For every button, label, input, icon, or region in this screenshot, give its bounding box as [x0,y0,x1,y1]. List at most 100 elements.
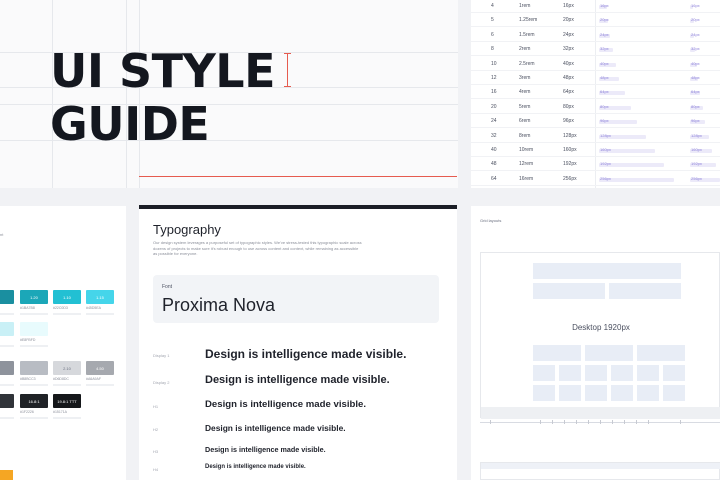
ruler-tick [564,420,565,424]
spacing-tag: 32px [691,46,700,52]
spacing-tag: 96px [691,118,700,124]
spacing-rem: 6rem [519,118,531,125]
measure-line-vertical [287,53,288,87]
swatch-underline [53,417,81,419]
spacing-tag: 16px [600,3,609,8]
swatch-hex: #45D5EA [86,306,101,310]
spacing-tag: 128px [691,132,702,138]
spacing-px: 80px [563,103,574,110]
color-swatch [0,322,14,336]
spacing-px: 40px [563,60,574,67]
ruler-tick [636,420,637,424]
layout-block [637,365,659,381]
spacing-base: 10 [491,60,497,67]
spacing-tag: 80px [691,103,700,109]
color-swatch: 1.10 [53,290,81,304]
swatch-underline [0,313,14,315]
layout-block [609,283,681,299]
spacing-rem: 1.25rem [519,17,538,24]
spacing-tag: 32px [600,46,609,52]
hero-title-line1: UI STYLE [50,44,276,98]
spacing-base: 6 [491,31,494,38]
color-swatch: 1.20 [20,290,48,304]
table-row: 32 8rem 128px 128px 128px [471,131,720,143]
spacing-rem: 8rem [519,132,531,139]
spacing-px: 96px [563,118,574,125]
swatch-contrast: 1.15 [96,295,104,300]
layout-block [611,385,633,401]
typography-description: Our design system leverages a purposeful… [153,240,362,256]
table-row: 10 2.5rem 40px 40px 40px [471,59,720,71]
table-row: 4 1rem 16px 16px 16px [471,1,720,13]
spacing-base: 64 [491,175,497,182]
layout-block [481,463,720,469]
ruler-tick [540,420,541,424]
ruler-tick [648,420,649,424]
spacing-px: 64px [563,89,574,96]
color-swatch [20,361,48,375]
ruler-tick [600,420,601,424]
layout-block [533,345,581,361]
swatch-underline [0,384,14,386]
spacing-tag: 64px [600,89,609,95]
spacing-base: 20 [491,103,497,110]
desktop-caption: Desktop 1920px [572,323,630,332]
swatch-contrast: 19.8:1 TTT [57,399,77,404]
swatch-underline [0,345,14,347]
swatch-underline [20,345,48,347]
measure-tick [284,53,291,54]
spacing-tag: 160px [691,147,702,152]
color-swatch: 19.8:1 TTT [53,394,81,408]
font-label: Font [162,284,173,290]
spacing-tag: 24px [691,31,700,37]
swatch-hex: #B8BCC3 [20,377,36,381]
spacing-tag: 128px [600,132,611,138]
hero-panel: UI STYLE GUIDE [0,0,458,188]
color-swatch [0,290,14,304]
type-label: H1 [153,403,159,409]
hero-title: UI STYLE GUIDE [50,44,276,151]
spacing-px: 24px [563,31,574,38]
spacing-tag: 256px [600,175,611,181]
swatch-underline [0,417,14,419]
swatch-hex: #15171A [53,410,68,414]
measure-line-horizontal [139,176,457,177]
layout-block [585,345,633,361]
ruler-tick [624,420,625,424]
layout-block [585,365,607,381]
spacing-rem: 10rem [519,147,534,153]
spacing-base: 5 [491,17,494,24]
grid-title: Grid layouts [480,218,502,223]
type-sample: Design is intelligence made visible. [205,347,407,361]
swatch-underline [53,384,81,386]
grid-panel: Grid layouts Desktop 1920px [471,206,720,480]
spacing-rem: 16rem [519,175,534,182]
spacing-px: 160px [563,147,577,153]
swatch-contrast: 1.20 [30,295,38,300]
ruler-tick [576,420,577,424]
type-sample: Design is intelligence made visible. [205,423,346,433]
ruler-tick [490,420,491,424]
spacing-base: 48 [491,161,497,168]
spacing-tag: 192px [691,161,702,167]
swatch-underline [20,417,48,419]
top-bar [139,205,457,209]
breakpoint-ruler [480,419,720,427]
layout-block [637,345,685,361]
spacing-rem: 1.5rem [519,31,535,38]
layout-block [533,283,605,299]
spacing-tag: 80px [600,103,609,109]
layout-block [559,365,581,381]
ruler-tick [680,420,681,424]
layout-block [559,385,581,401]
spacing-tag: 160px [600,147,611,152]
color-swatch: 16.8:1 [20,394,48,408]
layout-block [533,263,681,279]
spacing-tag: 96px [600,118,609,124]
table-row: 12 3rem 48px 48px 48px [471,73,720,85]
layout-block [533,385,555,401]
desktop-frame: Desktop 1920px [480,252,720,419]
swatch-hex: #D6D8DC [53,377,69,381]
spacing-tag: 16px [691,3,700,8]
swatch-hex: #22C0D3 [53,306,68,310]
